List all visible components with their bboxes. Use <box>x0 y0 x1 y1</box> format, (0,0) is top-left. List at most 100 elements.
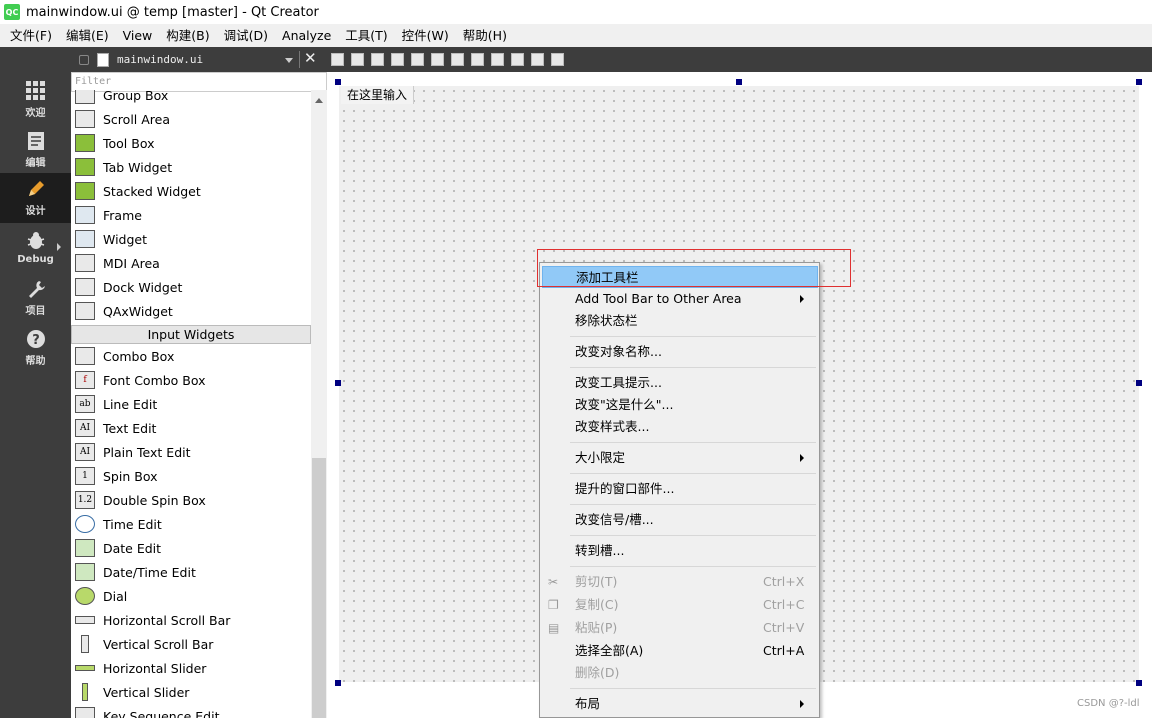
layout-v-splitter-icon[interactable] <box>467 50 487 70</box>
menu-item-select-all[interactable]: 选择全部(A) Ctrl+A <box>542 640 818 662</box>
spin-box-icon: 1 <box>75 467 95 485</box>
layout-grid-icon[interactable] <box>507 50 527 70</box>
menu-item-size-constraints[interactable]: 大小限定 <box>542 447 818 469</box>
menu-item-add-toolbar-other-area[interactable]: Add Tool Bar to Other Area <box>542 288 818 310</box>
chevron-right-icon <box>57 243 61 251</box>
widget-item[interactable]: Vertical Slider <box>71 680 311 704</box>
submenu-arrow-icon <box>800 295 804 303</box>
widget-item[interactable]: Date/Time Edit <box>71 560 311 584</box>
menu-item-change-tooltip[interactable]: 改变工具提示... <box>542 372 818 394</box>
menu-item-promoted-widgets[interactable]: 提升的窗口部件... <box>542 478 818 500</box>
resize-handle[interactable] <box>335 79 341 85</box>
edit-signals-icon[interactable] <box>347 50 367 70</box>
widget-item[interactable]: AI Plain Text Edit <box>71 440 311 464</box>
layout-vertical-icon[interactable] <box>427 50 447 70</box>
widget-item[interactable]: Stacked Widget <box>71 179 311 203</box>
widget-item[interactable]: Key Sequence Edit <box>71 704 311 718</box>
lock-icon[interactable] <box>79 54 89 65</box>
widget-item[interactable]: Tool Box <box>71 131 311 155</box>
mode-design[interactable]: 设计 <box>0 173 71 223</box>
datetime-icon <box>75 563 95 581</box>
menu-item-change-whats-this[interactable]: 改变"这是什么"... <box>542 394 818 416</box>
mode-projects[interactable]: 项目 <box>0 273 71 323</box>
widget-item[interactable]: 1.2 Double Spin Box <box>71 488 311 512</box>
widget-item[interactable]: f Font Combo Box <box>71 368 311 392</box>
menu-help[interactable]: 帮助(H) <box>456 24 514 47</box>
layout-horizontal-icon[interactable] <box>407 50 427 70</box>
widget-item[interactable]: Widget <box>71 227 311 251</box>
widget-item[interactable]: Horizontal Slider <box>71 656 311 680</box>
dial-icon <box>75 587 95 605</box>
resize-handle[interactable] <box>736 79 742 85</box>
widget-item[interactable]: MDI Area <box>71 251 311 275</box>
menu-item-cut[interactable]: ✂ 剪切(T) Ctrl+X <box>542 571 818 593</box>
annotation-highlight-box <box>537 249 851 287</box>
menu-build[interactable]: 构建(B) <box>159 24 216 47</box>
layout-form-icon[interactable] <box>487 50 507 70</box>
widget-item[interactable]: Horizontal Scroll Bar <box>71 608 311 632</box>
edit-tab-order-icon[interactable] <box>387 50 407 70</box>
qaxwidget-icon <box>75 302 95 320</box>
close-icon[interactable]: ✕ <box>304 49 317 67</box>
widget-item[interactable]: Scroll Area <box>71 107 311 131</box>
menu-item-copy[interactable]: ❐ 复制(C) Ctrl+C <box>542 594 818 616</box>
widget-item[interactable]: Frame <box>71 203 311 227</box>
menu-widgets[interactable]: 控件(W) <box>395 24 456 47</box>
title-bar: QC mainwindow.ui @ temp [master] - Qt Cr… <box>0 0 1152 24</box>
widget-item[interactable]: Combo Box <box>71 344 311 368</box>
menu-debug[interactable]: 调试(D) <box>217 24 275 47</box>
menu-item-delete[interactable]: 删除(D) <box>542 662 818 684</box>
filter-input[interactable]: Filter <box>71 72 327 92</box>
layout-h-splitter-icon[interactable] <box>447 50 467 70</box>
mode-welcome[interactable]: 欢迎 <box>0 75 71 125</box>
menu-item-layout[interactable]: 布局 <box>542 693 818 715</box>
menu-item-change-object-name[interactable]: 改变对象名称... <box>542 341 818 363</box>
break-layout-icon[interactable] <box>527 50 547 70</box>
widget-item[interactable]: 1 Spin Box <box>71 464 311 488</box>
open-file-name[interactable]: mainwindow.ui <box>117 53 203 66</box>
widget-item[interactable]: Dock Widget <box>71 275 311 299</box>
edit-widgets-icon[interactable] <box>327 50 347 70</box>
scroll-up-icon[interactable] <box>315 98 323 103</box>
category-input-widgets[interactable]: Input Widgets <box>71 325 311 344</box>
widget-item[interactable]: Dial <box>71 584 311 608</box>
adjust-size-icon[interactable] <box>547 50 567 70</box>
menu-analyze[interactable]: Analyze <box>275 24 338 47</box>
menu-file[interactable]: 文件(F) <box>3 24 59 47</box>
menu-item-paste[interactable]: ▤ 粘贴(P) Ctrl+V <box>542 617 818 639</box>
chevron-down-icon[interactable] <box>285 58 293 63</box>
widget-item[interactable]: ab Line Edit <box>71 392 311 416</box>
line-edit-icon: ab <box>75 395 95 413</box>
tab-widget-icon <box>75 158 95 176</box>
menu-edit[interactable]: 编辑(E) <box>59 24 116 47</box>
widget-item[interactable]: Date Edit <box>71 536 311 560</box>
widget-item[interactable]: AI Text Edit <box>71 416 311 440</box>
menu-view[interactable]: View <box>116 24 160 47</box>
resize-handle[interactable] <box>335 380 341 386</box>
menu-item-remove-statusbar[interactable]: 移除状态栏 <box>542 310 818 332</box>
widget-item[interactable]: Time Edit <box>71 512 311 536</box>
scroll-thumb[interactable] <box>312 458 326 718</box>
menu-item-change-signals-slots[interactable]: 改变信号/槽... <box>542 509 818 531</box>
widget-item[interactable]: Vertical Scroll Bar <box>71 632 311 656</box>
edit-buddies-icon[interactable] <box>367 50 387 70</box>
mode-debug[interactable]: Debug <box>0 223 71 273</box>
watermark: CSDN @?-ldl <box>1077 698 1140 709</box>
mode-help[interactable]: ? 帮助 <box>0 323 71 373</box>
h-slider-icon <box>75 665 95 671</box>
widget-item[interactable]: Tab Widget <box>71 155 311 179</box>
pencil-icon <box>28 181 44 196</box>
widget-box-scrollbar[interactable] <box>311 90 327 718</box>
widget-item[interactable]: QAxWidget <box>71 299 311 323</box>
widget-item[interactable]: Group Box <box>71 90 311 107</box>
menu-item-go-to-slot[interactable]: 转到槽... <box>542 540 818 562</box>
resize-handle[interactable] <box>1136 380 1142 386</box>
calendar-icon <box>75 539 95 557</box>
menu-item-change-stylesheet[interactable]: 改变样式表... <box>542 416 818 438</box>
mode-edit[interactable]: 编辑 <box>0 125 71 175</box>
menu-placeholder[interactable]: 在这里输入 <box>341 86 415 104</box>
resize-handle[interactable] <box>1136 79 1142 85</box>
resize-handle[interactable] <box>335 680 341 686</box>
resize-handle[interactable] <box>1136 680 1142 686</box>
menu-tools[interactable]: 工具(T) <box>338 24 394 47</box>
